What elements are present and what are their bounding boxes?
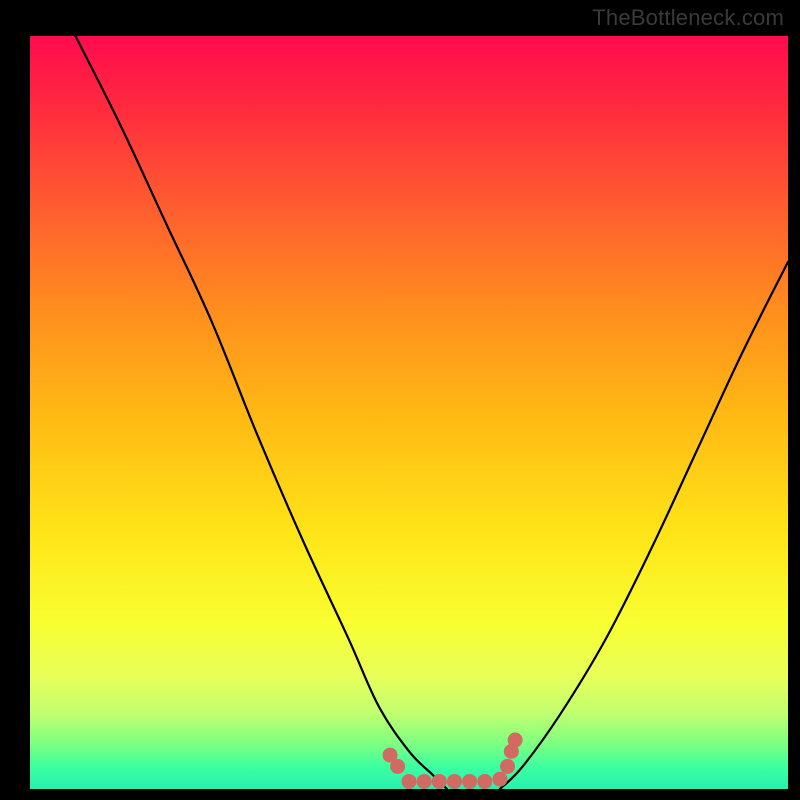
- curve-layer: [75, 36, 788, 789]
- highlight-dot: [492, 772, 507, 787]
- highlight-dot: [462, 774, 477, 789]
- highlight-dot: [390, 759, 405, 774]
- chart-frame: TheBottleneck.com: [0, 0, 800, 800]
- dot-layer: [383, 733, 523, 789]
- highlight-dot: [447, 774, 462, 789]
- highlight-dot: [500, 759, 515, 774]
- chart-svg: [0, 0, 800, 800]
- highlight-dot: [432, 774, 447, 789]
- highlight-dot: [477, 774, 492, 789]
- highlight-dot: [402, 774, 417, 789]
- highlight-dot: [417, 774, 432, 789]
- curve-right-curve: [500, 262, 788, 789]
- highlight-dot: [508, 733, 523, 748]
- curve-left-curve: [75, 36, 446, 789]
